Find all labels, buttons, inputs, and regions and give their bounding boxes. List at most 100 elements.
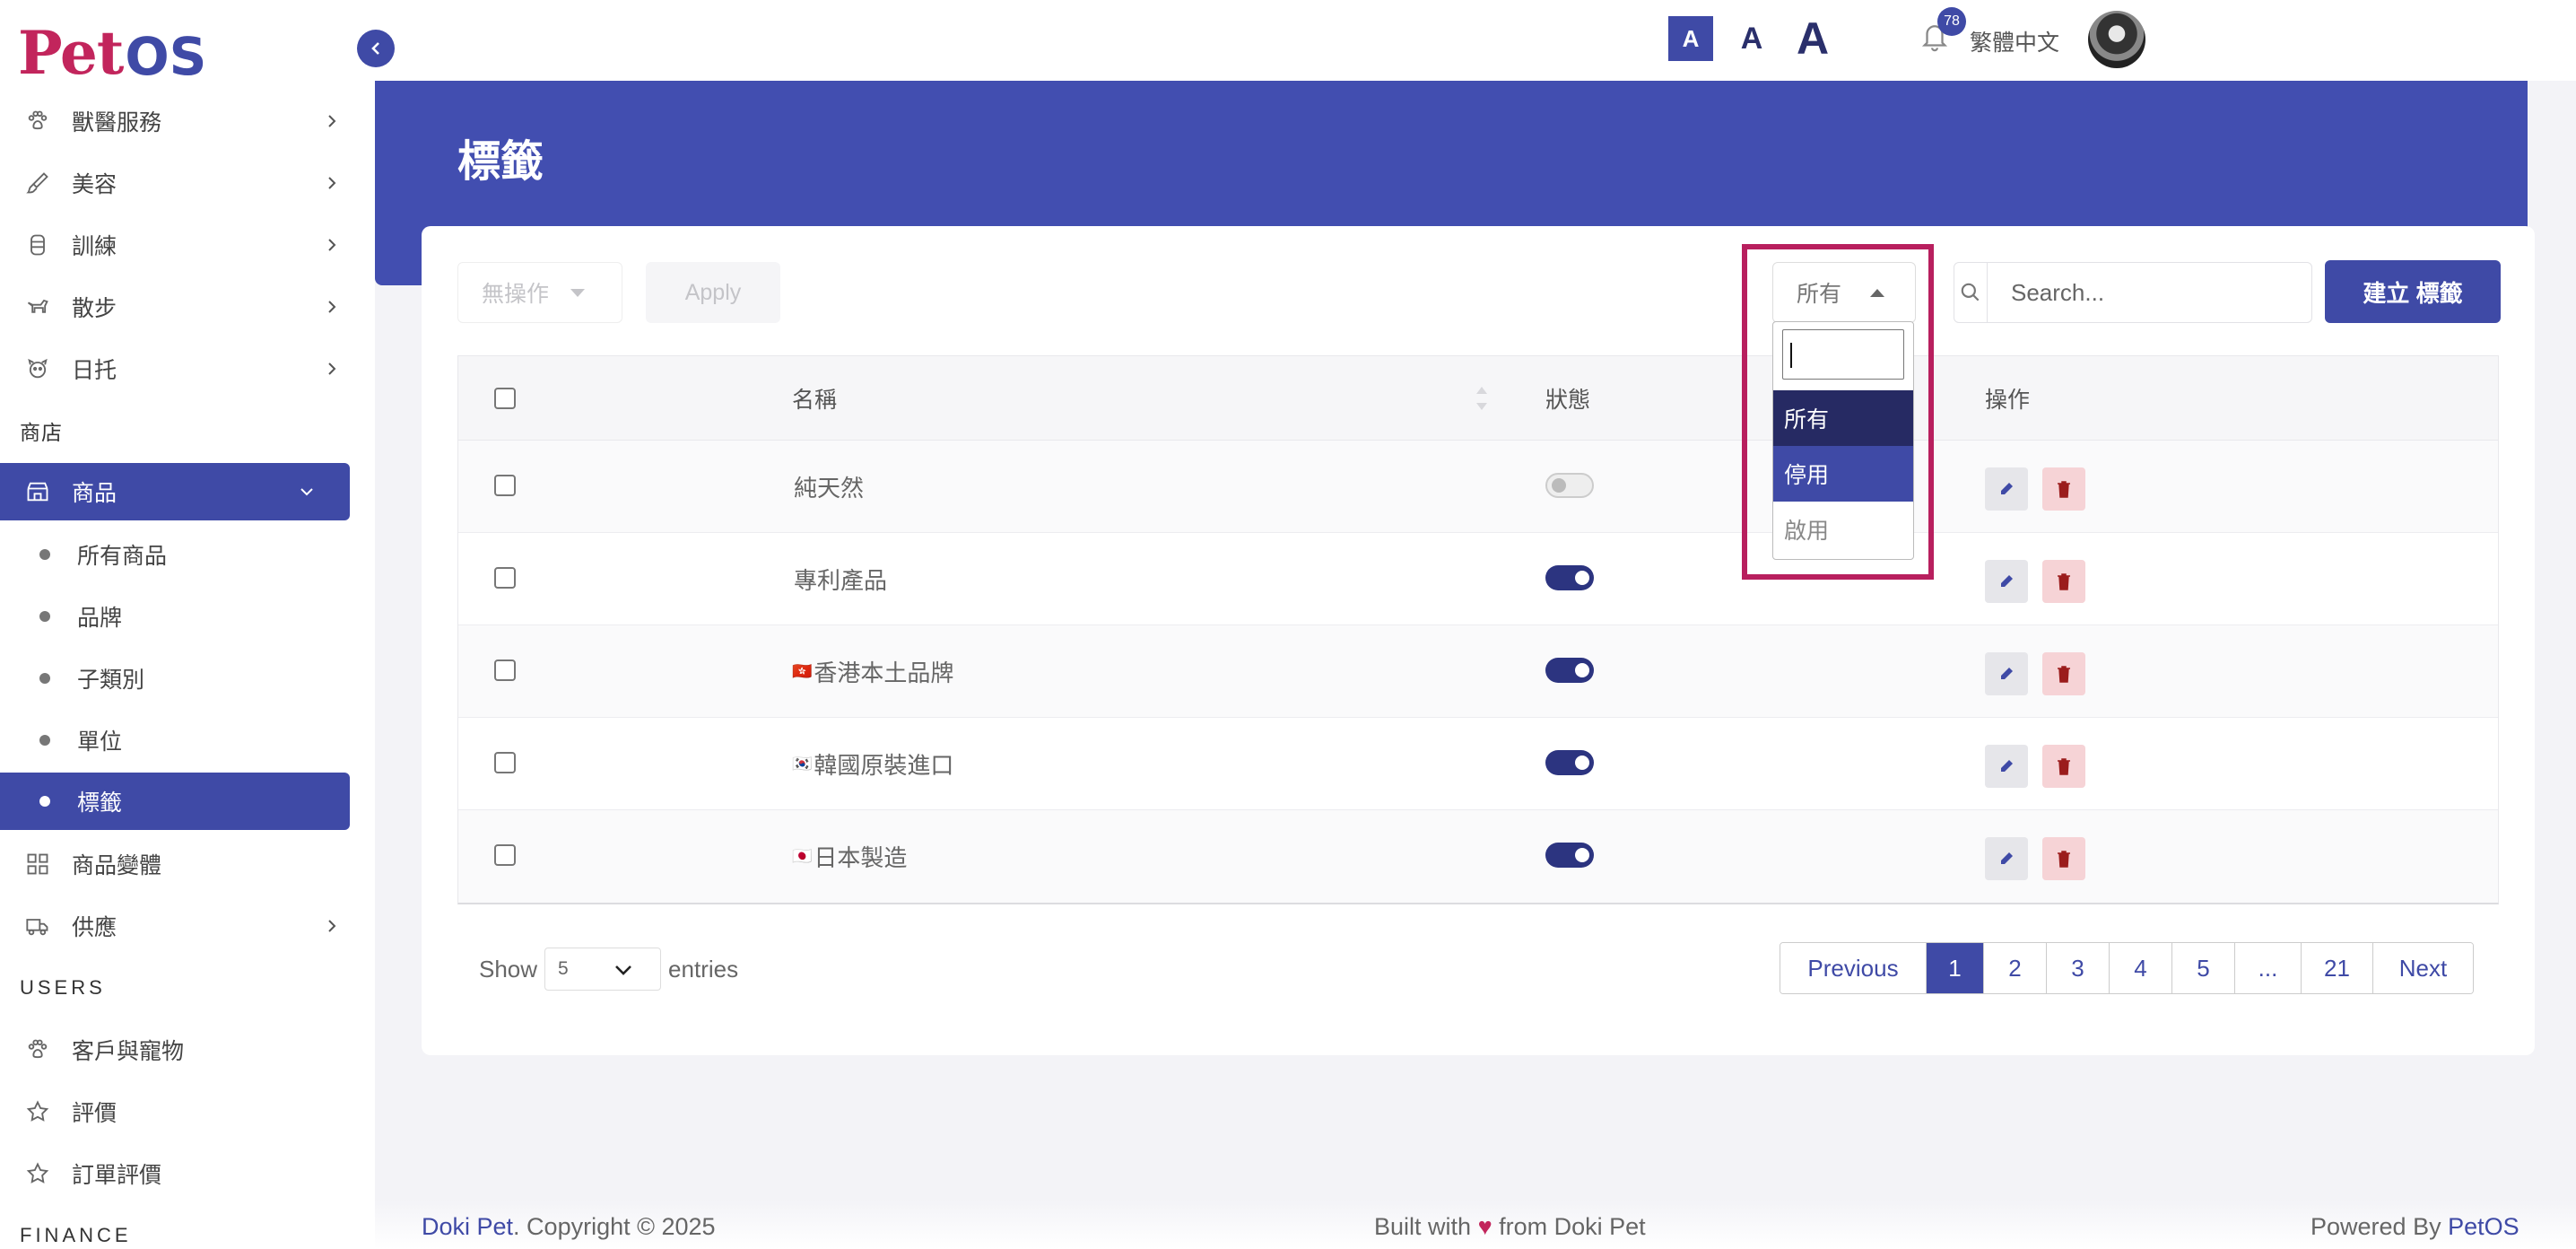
- delete-button[interactable]: [2042, 560, 2085, 603]
- column-header-actions: 操作: [1985, 387, 2031, 413]
- search-input[interactable]: [1988, 278, 2311, 307]
- dropdown-option-enabled[interactable]: 啟用: [1773, 502, 1913, 557]
- row-checkbox[interactable]: [494, 752, 516, 773]
- sidebar-item-daycare[interactable]: 日托: [0, 337, 375, 399]
- create-tag-button[interactable]: 建立 標籤: [2325, 260, 2501, 323]
- footer-powered-link[interactable]: PetOS: [2448, 1213, 2519, 1240]
- pagination-page[interactable]: 5: [2171, 943, 2234, 993]
- pagination-page[interactable]: 3: [2046, 943, 2109, 993]
- trash-icon: [2058, 851, 2070, 868]
- footer-powered-prefix: Powered By: [2311, 1213, 2441, 1240]
- page-footer: Doki Pet. Copyright © 2025 Built with ♥ …: [375, 1199, 2576, 1249]
- sidebar-item-order-reviews[interactable]: 訂單評價: [0, 1142, 375, 1204]
- sidebar-sub-label: 子類別: [77, 667, 145, 693]
- sidebar-item-vet[interactable]: 獸醫服務: [0, 90, 375, 152]
- edit-button[interactable]: [1985, 467, 2028, 511]
- dropdown-option-disabled[interactable]: 停用: [1773, 446, 1913, 502]
- caret-up-icon: [1870, 288, 1885, 297]
- logo-pet: Pet: [18, 18, 124, 88]
- sidebar-item-label: 日托: [72, 357, 117, 383]
- chevron-right-icon: [328, 919, 336, 932]
- pencil-icon: [2001, 575, 2013, 587]
- pagination-page[interactable]: 1: [1926, 943, 1983, 993]
- font-size-small-button[interactable]: A: [1668, 16, 1713, 61]
- sidebar-item-supply[interactable]: 供應: [0, 895, 375, 956]
- row-checkbox[interactable]: [494, 475, 516, 496]
- flag-icon: 🇯🇵: [792, 847, 813, 865]
- tag-name-text: 日本製造: [814, 844, 908, 871]
- variants-icon: [23, 850, 52, 878]
- page-length-select[interactable]: 5: [544, 948, 662, 991]
- sidebar-nav: 獸醫服務 美容 訓練 散步 日托 商店 商品 所有商品 品牌 子類別 單位 標籤…: [0, 90, 375, 1247]
- dropdown-option-all[interactable]: 所有: [1773, 390, 1913, 446]
- tag-name-text: 純天然: [794, 475, 865, 502]
- sidebar-item-walk[interactable]: 散步: [0, 275, 375, 337]
- delete-button[interactable]: [2042, 745, 2085, 788]
- petos-logo[interactable]: Pet OS: [18, 18, 206, 83]
- section-finance: FINANCE: [20, 1224, 132, 1246]
- delete-button[interactable]: [2042, 837, 2085, 880]
- sidebar-sub-brands[interactable]: 品牌: [0, 585, 375, 647]
- sidebar-item-label: 訓練: [72, 233, 117, 259]
- edit-button[interactable]: [1985, 652, 2028, 695]
- edit-button[interactable]: [1985, 745, 2028, 788]
- font-size-switcher: A A A: [1668, 13, 1835, 64]
- tags-table: 名稱 狀態 操作 純天然 專利產品 🇭🇰 香港本土品牌 🇰🇷 韓國原裝進口 🇯🇵…: [457, 355, 2499, 904]
- select-all-checkbox[interactable]: [494, 388, 516, 409]
- text-cursor: [1790, 343, 1792, 368]
- sidebar-item-customers[interactable]: 客戶與寵物: [0, 1018, 375, 1080]
- row-checkbox[interactable]: [494, 659, 516, 681]
- sidebar-sub-all-products[interactable]: 所有商品: [0, 523, 375, 585]
- status-toggle[interactable]: [1545, 658, 1594, 683]
- status-toggle[interactable]: [1545, 565, 1594, 590]
- chevron-down-icon: [615, 965, 631, 975]
- sidebar-sub-units[interactable]: 單位: [0, 709, 375, 771]
- pagination-next[interactable]: Next: [2372, 943, 2473, 993]
- tag-name: 純天然: [792, 441, 864, 533]
- status-filter-select[interactable]: 所有: [1772, 262, 1916, 323]
- pagination-previous[interactable]: Previous: [1780, 943, 1926, 993]
- dropdown-search-input[interactable]: [1782, 329, 1904, 380]
- sidebar-sub-subcategories[interactable]: 子類別: [0, 647, 375, 709]
- sidebar-collapse-button[interactable]: [357, 30, 395, 67]
- status-toggle[interactable]: [1545, 843, 1594, 868]
- sidebar-item-reviews[interactable]: 評價: [0, 1080, 375, 1142]
- edit-button[interactable]: [1985, 837, 2028, 880]
- font-size-large-button[interactable]: A: [1790, 13, 1835, 64]
- sidebar-item-variants[interactable]: 商品變體: [0, 833, 375, 895]
- paw-icon: [23, 1035, 52, 1064]
- sort-icon[interactable]: [1474, 383, 1490, 414]
- row-checkbox[interactable]: [494, 844, 516, 866]
- pagination-page[interactable]: 2: [1983, 943, 2046, 993]
- status-toggle[interactable]: [1545, 473, 1594, 498]
- pagination-page[interactable]: 4: [2109, 943, 2171, 993]
- footer-copyright: Doki Pet. Copyright © 2025: [422, 1213, 716, 1241]
- sidebar-item-grooming[interactable]: 美容: [0, 152, 375, 214]
- bullet-icon: [39, 548, 50, 560]
- avatar[interactable]: [2088, 11, 2145, 68]
- language-selector[interactable]: 繁體中文: [1970, 25, 2059, 57]
- font-size-medium-button[interactable]: A: [1729, 16, 1774, 61]
- entries-label: entries: [668, 955, 739, 983]
- training-icon: [23, 231, 52, 259]
- chevron-right-icon: [328, 300, 336, 313]
- edit-button[interactable]: [1985, 560, 2028, 603]
- sidebar-sub-tags[interactable]: 標籤: [0, 773, 350, 830]
- footer-copyright-text: . Copyright © 2025: [513, 1213, 716, 1240]
- row-checkbox[interactable]: [494, 567, 516, 589]
- sidebar-item-label: 美容: [72, 171, 117, 197]
- pagination-page[interactable]: 21: [2301, 943, 2372, 993]
- tags-card: 無操作 Apply 所有 建立 標籤 名稱 狀態 操作 純天然: [422, 226, 2535, 1055]
- tag-name-text: 韓國原裝進口: [814, 752, 954, 779]
- footer-brand-link[interactable]: Doki Pet: [422, 1213, 513, 1240]
- delete-button[interactable]: [2042, 467, 2085, 511]
- flag-icon: 🇰🇷: [792, 755, 813, 773]
- status-toggle[interactable]: [1545, 750, 1594, 775]
- apply-button[interactable]: Apply: [646, 262, 780, 323]
- bulk-action-select[interactable]: 無操作: [457, 262, 622, 323]
- page-length-control: Show 5 entries: [479, 948, 738, 991]
- delete-button[interactable]: [2042, 652, 2085, 695]
- sidebar-item-products[interactable]: 商品: [0, 463, 350, 520]
- column-header-name[interactable]: 名稱: [792, 382, 837, 415]
- sidebar-item-training[interactable]: 訓練: [0, 214, 375, 275]
